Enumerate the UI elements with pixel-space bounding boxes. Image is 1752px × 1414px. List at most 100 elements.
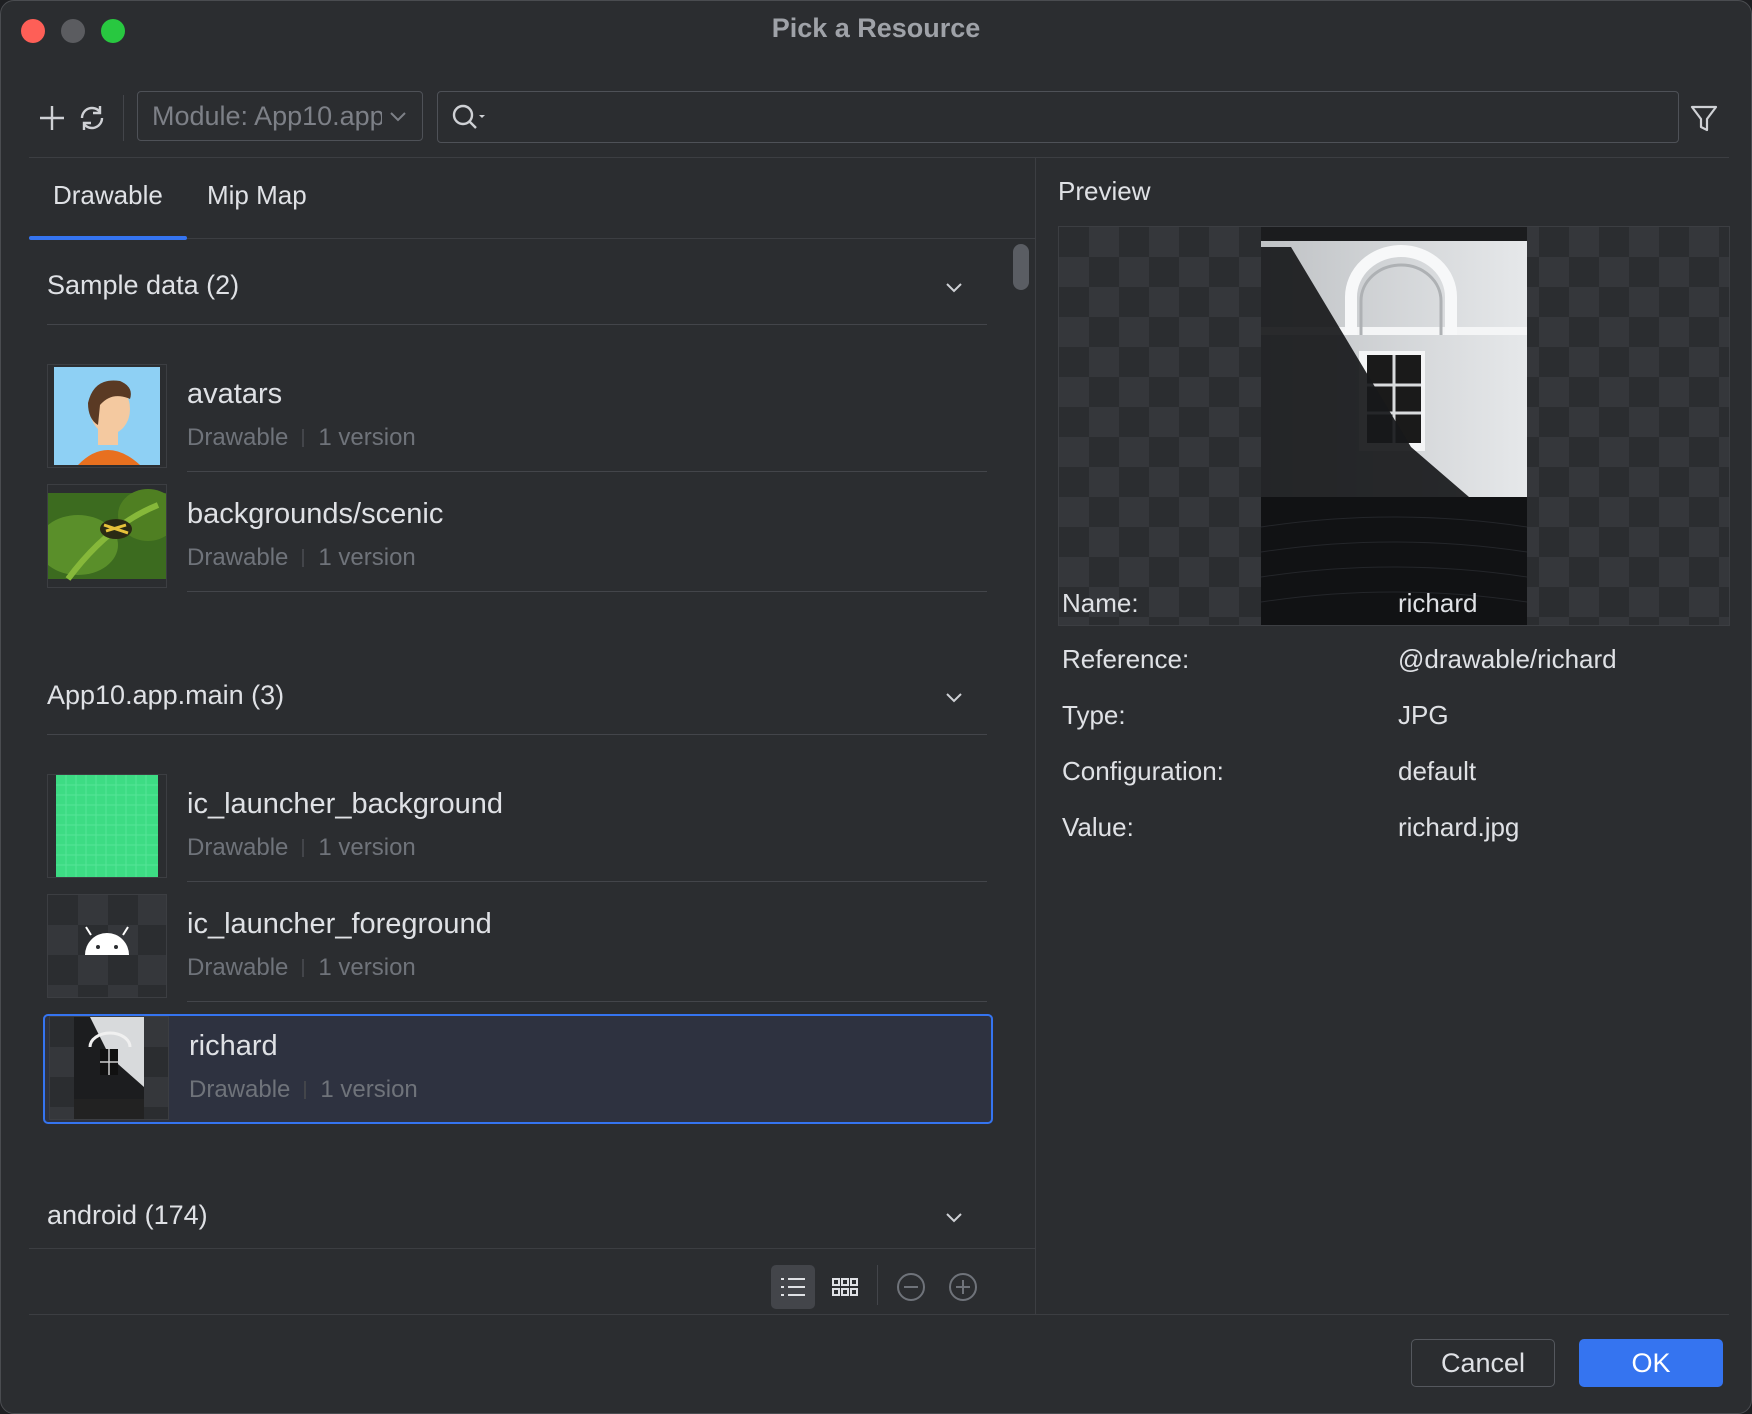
item-name: ic_launcher_background: [187, 788, 503, 820]
zoom-out-icon: [897, 1273, 925, 1301]
search-input[interactable]: [494, 98, 1658, 136]
property-value: @drawable/richard: [1398, 644, 1617, 674]
list-item-avatars[interactable]: avatars Drawable 1 version: [47, 364, 987, 472]
title-bar: Pick a Resource: [1, 1, 1751, 61]
preview-image: [1261, 227, 1527, 625]
toolbar-divider: [123, 95, 124, 141]
grid-icon: [832, 1278, 858, 1296]
item-meta: Drawable 1 version: [187, 544, 416, 572]
chevron-down-icon: [390, 112, 406, 122]
chevron-down-icon: [946, 1213, 962, 1223]
richard-thumbnail: [49, 1016, 169, 1120]
group-title: Sample data (2): [47, 270, 240, 300]
group-header[interactable]: Sample data (2): [47, 240, 987, 325]
launcher-foreground-thumbnail: [47, 894, 167, 998]
item-divider: [187, 471, 987, 472]
window-title: Pick a Resource: [771, 13, 981, 43]
android-icon: [85, 926, 129, 955]
item-type: Drawable: [187, 954, 289, 981]
item-name: ic_launcher_foreground: [187, 908, 492, 940]
item-versions: 1 version: [318, 424, 416, 451]
ok-button[interactable]: OK: [1579, 1339, 1723, 1387]
item-type: Drawable: [189, 1076, 291, 1103]
plus-icon: [40, 106, 64, 130]
meta-divider: [304, 1081, 307, 1099]
item-divider: [187, 591, 987, 592]
item-versions: 1 version: [320, 1076, 418, 1103]
cancel-button[interactable]: Cancel: [1411, 1339, 1555, 1387]
zoom-in-icon: [949, 1273, 977, 1301]
item-meta: Drawable 1 version: [187, 834, 416, 862]
list-item-ic-launcher-background[interactable]: ic_launcher_background Drawable 1 versio…: [47, 774, 987, 882]
toolbar: Module: App10.app: [1, 81, 1751, 151]
filter-icon: [1690, 105, 1718, 132]
meta-divider: [302, 839, 305, 857]
group-header[interactable]: App10.app.main (3): [47, 650, 987, 735]
scrollbar-thumb[interactable]: [1013, 244, 1029, 290]
item-type: Drawable: [187, 424, 289, 451]
item-meta: Drawable 1 version: [187, 424, 416, 452]
list-item-richard[interactable]: richard Drawable 1 version: [43, 1014, 993, 1124]
refresh-icon: [80, 106, 104, 130]
module-dropdown[interactable]: Module: App10.app: [137, 91, 423, 141]
list-view-button[interactable]: [771, 1265, 815, 1309]
item-versions: 1 version: [318, 544, 416, 571]
property-key: Configuration:: [1062, 756, 1224, 786]
list-item-ic-launcher-foreground[interactable]: ic_launcher_foreground Drawable 1 versio…: [47, 894, 987, 1002]
search-field[interactable]: [437, 91, 1679, 143]
filter-button[interactable]: [1687, 101, 1721, 140]
property-key: Reference:: [1062, 644, 1190, 674]
grid-view-button[interactable]: [823, 1265, 867, 1309]
tab-mip-map[interactable]: Mip Map: [207, 180, 307, 211]
resource-tabs: Drawable Mip Map: [29, 158, 1035, 240]
group-header[interactable]: android (174): [47, 1170, 987, 1248]
item-meta: Drawable 1 version: [189, 1076, 418, 1104]
search-icon: [452, 104, 485, 129]
item-meta: Drawable 1 version: [187, 954, 416, 982]
group-title: App10.app.main (3): [47, 680, 285, 710]
property-value: richard: [1398, 588, 1478, 618]
launcher-background-thumbnail: [47, 774, 167, 878]
zoom-out-button[interactable]: [889, 1265, 933, 1309]
preview-panel: Preview Name: richard Reference: @drawab…: [1036, 158, 1736, 1314]
preview-title: Preview: [1058, 176, 1151, 206]
item-versions: 1 version: [318, 954, 416, 981]
zoom-in-button[interactable]: [941, 1265, 985, 1309]
property-key: Value:: [1062, 812, 1134, 842]
list-item-backgrounds-scenic[interactable]: backgrounds/scenic Drawable 1 version: [47, 484, 987, 592]
resource-list-panel: Drawable Mip Map Sample data (2) avatars…: [29, 158, 1035, 1314]
scenic-thumbnail: [47, 484, 167, 588]
refresh-button[interactable]: [75, 101, 109, 135]
item-type: Drawable: [187, 834, 289, 861]
list-icon: [781, 1278, 805, 1296]
group-sample-data: Sample data (2) avatars Drawable 1 versi…: [47, 240, 987, 592]
footer-separator: [29, 1314, 1729, 1315]
view-options-bar: [29, 1248, 1035, 1315]
avatars-thumbnail: [47, 364, 167, 468]
meta-divider: [302, 549, 305, 567]
view-options-divider: [877, 1265, 878, 1305]
add-resource-button[interactable]: [35, 101, 69, 135]
item-name: richard: [189, 1030, 278, 1062]
property-value: richard.jpg: [1398, 812, 1520, 842]
item-versions: 1 version: [318, 834, 416, 861]
preview-image-area: [1058, 226, 1730, 626]
item-name: avatars: [187, 378, 283, 410]
chevron-down-icon: [946, 283, 962, 293]
group-title: android (174): [47, 1200, 208, 1230]
property-value: JPG: [1398, 700, 1449, 730]
pick-resource-dialog: Pick a Resource Module: App10.app Drawab…: [0, 0, 1752, 1414]
meta-divider: [302, 429, 305, 447]
meta-divider: [302, 959, 305, 977]
group-android: android (174): [47, 1170, 987, 1248]
module-dropdown-label: Module: App10.app: [152, 100, 382, 131]
item-divider: [187, 1001, 987, 1002]
group-app-main: App10.app.main (3) ic_launcher_backgroun…: [43, 650, 993, 1124]
property-key: Type:: [1062, 700, 1126, 730]
item-name: backgrounds/scenic: [187, 498, 444, 530]
item-type: Drawable: [187, 544, 289, 571]
item-divider: [187, 881, 987, 882]
tab-drawable[interactable]: Drawable: [29, 180, 187, 240]
property-value: default: [1398, 756, 1477, 786]
chevron-down-icon: [946, 693, 962, 703]
